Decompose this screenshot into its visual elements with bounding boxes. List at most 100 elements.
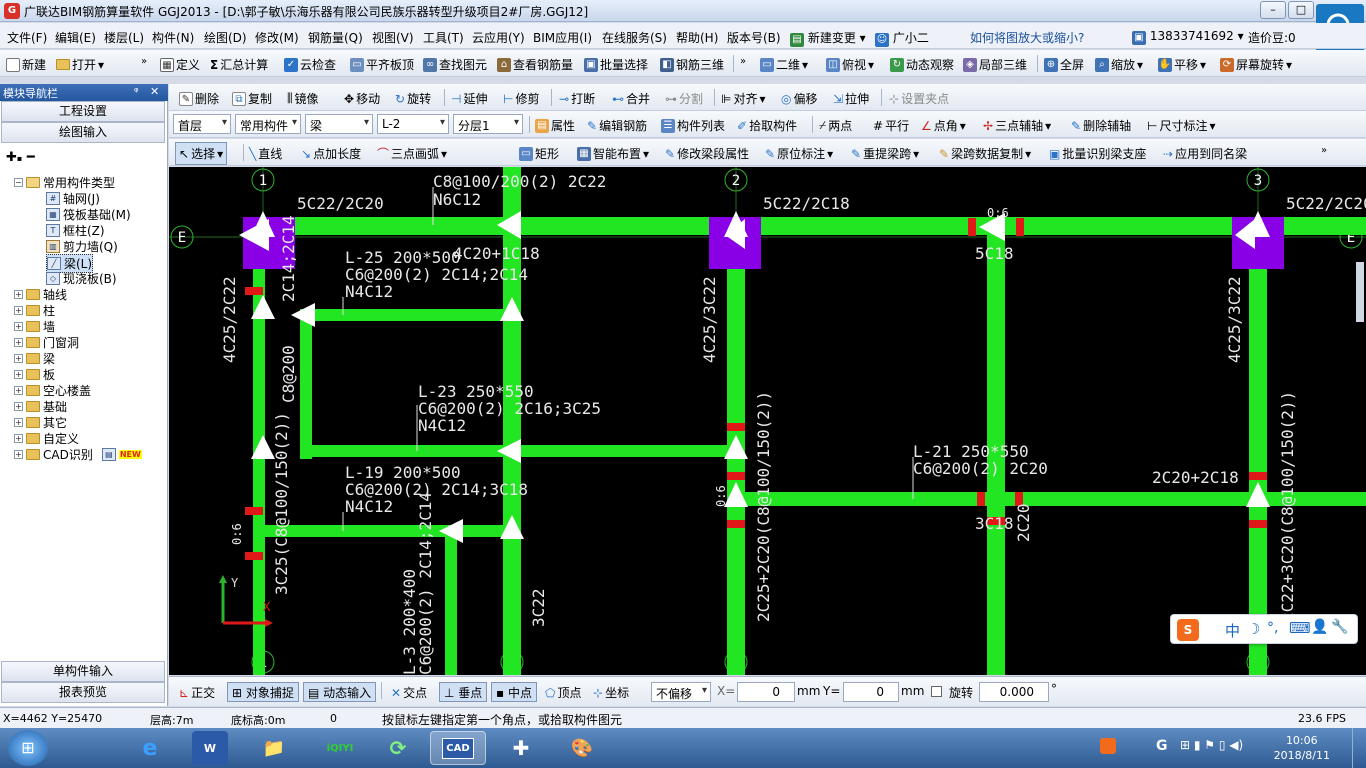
delete-button[interactable]: ✎ 删除 <box>179 90 219 107</box>
toolbar-overflow-2[interactable]: » <box>740 56 746 67</box>
align-button[interactable]: ⊫ 对齐 ▾ <box>721 90 766 107</box>
minimize-button[interactable]: – <box>1260 1 1286 19</box>
rebar-3d-button[interactable]: ◧ 钢筋三维 <box>660 56 724 73</box>
apply-same-name-button[interactable]: ⇢ 应用到同名梁 <box>1163 145 1247 162</box>
select-button[interactable]: ↖ 选择 ▾ <box>175 142 228 165</box>
tray-icons[interactable]: ⊞ ▮ ⚑ ▯ ◀) <box>1180 738 1243 752</box>
menu-guangxiaoer[interactable]: ☺ 广小二 <box>875 29 929 47</box>
screen-rotate-button[interactable]: ⟳ 屏幕旋转 ▾ <box>1220 56 1292 73</box>
app-icon[interactable]: ✚ <box>493 731 549 765</box>
split-button[interactable]: ⊶ 分割 <box>665 90 703 107</box>
perpendicular-snap[interactable]: ⊥ 垂点 <box>439 682 488 702</box>
drawing-input-button[interactable]: 绘图输入 <box>1 122 165 143</box>
in-situ-annotation-button[interactable]: ✎ 原位标注 ▾ <box>765 145 833 162</box>
tree-group-wall[interactable]: + 墙 <box>14 318 55 335</box>
project-settings-button[interactable]: 工程设置 <box>1 101 165 122</box>
beam-axis-e[interactable] <box>243 217 1366 235</box>
smart-layout-button[interactable]: ▦ 智能布置 ▾ <box>577 145 649 162</box>
three-point-axis-button[interactable]: ✢ 三点辅轴 ▾ <box>983 117 1051 134</box>
keyboard-icon[interactable]: ⌨ <box>1289 619 1311 637</box>
menu-cloud[interactable]: 云应用(Y) <box>472 29 525 46</box>
properties-button[interactable]: ▤ 属性 <box>535 117 575 134</box>
vertical-scroll-handle[interactable] <box>1356 262 1364 322</box>
stretch-button[interactable]: ⇲ 拉伸 <box>833 90 869 107</box>
2d-view-button[interactable]: ▭ 二维 ▾ <box>760 56 808 73</box>
break-button[interactable]: ⊸ 打断 <box>559 90 595 107</box>
dynamic-orbit-button[interactable]: ↻ 动态观察 <box>890 56 954 73</box>
span-data-copy-button[interactable]: ✎ 梁跨数据复制 ▾ <box>939 145 1031 162</box>
report-preview-button[interactable]: 报表预览 <box>1 682 165 703</box>
align-slab-top-button[interactable]: ▭ 平齐板顶 <box>350 56 414 73</box>
tree-group-axis[interactable]: + 轴线 <box>14 286 67 303</box>
ime-toolbar[interactable]: S 中 ☽ °, ⌨ 👤 🔧 <box>1170 614 1358 644</box>
start-button[interactable]: ⊞ <box>8 730 48 766</box>
offset-select[interactable]: 不偏移 <box>651 682 711 702</box>
beam-l3[interactable] <box>445 525 457 675</box>
merge-button[interactable]: ⊷ 合并 <box>612 90 650 107</box>
batch-select-button[interactable]: ▣ 批量选择 <box>584 56 648 73</box>
rotate-checkbox[interactable] <box>931 686 942 697</box>
menu-edit[interactable]: 编辑(E) <box>55 29 96 46</box>
menu-online-service[interactable]: 在线服务(S) <box>602 29 667 46</box>
drawing-canvas[interactable]: 1 2 3 E E 1 2 3 <box>169 167 1366 675</box>
new-button[interactable]: 新建 <box>6 56 46 73</box>
open-button[interactable]: 打开 ▾ <box>56 56 104 73</box>
component-select[interactable]: 梁 <box>305 114 373 134</box>
tree-group-column[interactable]: + 柱 <box>14 302 55 319</box>
tree-group-hollow-floor[interactable]: + 空心楼盖 <box>14 382 91 399</box>
component-type-select[interactable]: 常用构件 <box>235 114 301 134</box>
file-explorer-icon[interactable]: 📁 <box>246 731 302 765</box>
tree-root-common[interactable]: − 常用构件类型 <box>14 174 115 191</box>
top-view-button[interactable]: ◫ 俯视 ▾ <box>826 56 874 73</box>
punctuation-icon[interactable]: °, <box>1267 620 1278 636</box>
modify-segment-props-button[interactable]: ✎ 修改梁段属性 <box>665 145 749 162</box>
three-point-arc-button[interactable]: ⌒ 三点画弧 ▾ <box>377 145 447 162</box>
dimension-button[interactable]: ⊢ 尺寸标注 ▾ <box>1147 117 1216 134</box>
cad-app-icon[interactable]: CAD <box>430 731 486 765</box>
rotate-button[interactable]: ↻ 旋转 <box>395 90 431 107</box>
beam-plan-drawing[interactable]: 1 2 3 E E 1 2 3 <box>169 167 1366 675</box>
midpoint-snap[interactable]: ▪ 中点 <box>491 682 537 702</box>
vertex-snap[interactable]: ⬠ 顶点 <box>545 684 581 701</box>
tree-item-raft[interactable]: ▦ 筏板基础(M) <box>46 206 131 223</box>
beam-l19[interactable] <box>253 525 515 537</box>
move-button[interactable]: ✥ 移动 <box>344 90 380 107</box>
layer-select[interactable]: 分层1 <box>453 114 523 134</box>
toolbar-overflow-4[interactable]: » <box>1321 145 1327 156</box>
menu-modify[interactable]: 修改(M) <box>255 29 299 46</box>
ie-browser-icon[interactable]: e <box>122 731 178 765</box>
menu-rebar-quantity[interactable]: 钢筋量(Q) <box>308 29 363 46</box>
beam-axis-3[interactable] <box>1249 217 1267 675</box>
coordinate-snap[interactable]: ⊹ 坐标 <box>593 684 629 701</box>
tree-group-custom[interactable]: + 自定义 <box>14 430 79 447</box>
menu-help[interactable]: 帮助(H) <box>676 29 718 46</box>
batch-identify-support-button[interactable]: ▣ 批量识别梁支座 <box>1049 145 1146 162</box>
tree-item-frame-column[interactable]: T 框柱(Z) <box>46 222 105 239</box>
ime-mode-chinese[interactable]: 中 <box>1225 620 1240 641</box>
show-desktop-button[interactable] <box>1352 728 1366 768</box>
tree-item-axis-grid[interactable]: # 轴网(J) <box>46 190 100 207</box>
define-button[interactable]: ▦ 定义 <box>160 56 200 73</box>
tree-group-openings[interactable]: + 门窗洞 <box>14 334 79 351</box>
paint-icon[interactable]: 🎨 <box>554 731 610 765</box>
offset-button[interactable]: ◎ 偏移 <box>781 90 818 107</box>
line-button[interactable]: ╲ 直线 <box>249 145 282 162</box>
tree-group-foundation[interactable]: + 基础 <box>14 398 67 415</box>
menu-bim[interactable]: BIM应用(I) <box>533 29 592 46</box>
help-link[interactable]: 如何将图放大或缩小? <box>970 29 1084 46</box>
close-icon[interactable]: ✕ <box>150 85 159 98</box>
tree-group-other[interactable]: + 其它 <box>14 414 67 431</box>
beam-l21[interactable] <box>736 492 1366 506</box>
beam-l25-left-leg[interactable] <box>300 309 312 459</box>
point-angle-button[interactable]: ∠ 点角 ▾ <box>921 117 966 134</box>
tree-item-cast-slab[interactable]: ◇ 现浇板(B) <box>46 270 117 287</box>
menu-version[interactable]: 版本号(B) <box>727 29 781 46</box>
sogou-ime-icon[interactable]: S <box>1177 619 1199 641</box>
menu-component[interactable]: 构件(N) <box>152 29 194 46</box>
user-icon[interactable]: 👤 <box>1311 619 1328 635</box>
find-element-button[interactable]: ∞ 查找图元 <box>423 56 487 73</box>
object-snap-toggle[interactable]: ⊞ 对象捕捉 <box>227 682 299 702</box>
copy-button[interactable]: ⧉ 复制 <box>232 90 272 107</box>
point-length-button[interactable]: ↘ 点加长度 <box>301 145 361 162</box>
mirror-button[interactable]: ⫼ 镜像 <box>287 90 319 107</box>
